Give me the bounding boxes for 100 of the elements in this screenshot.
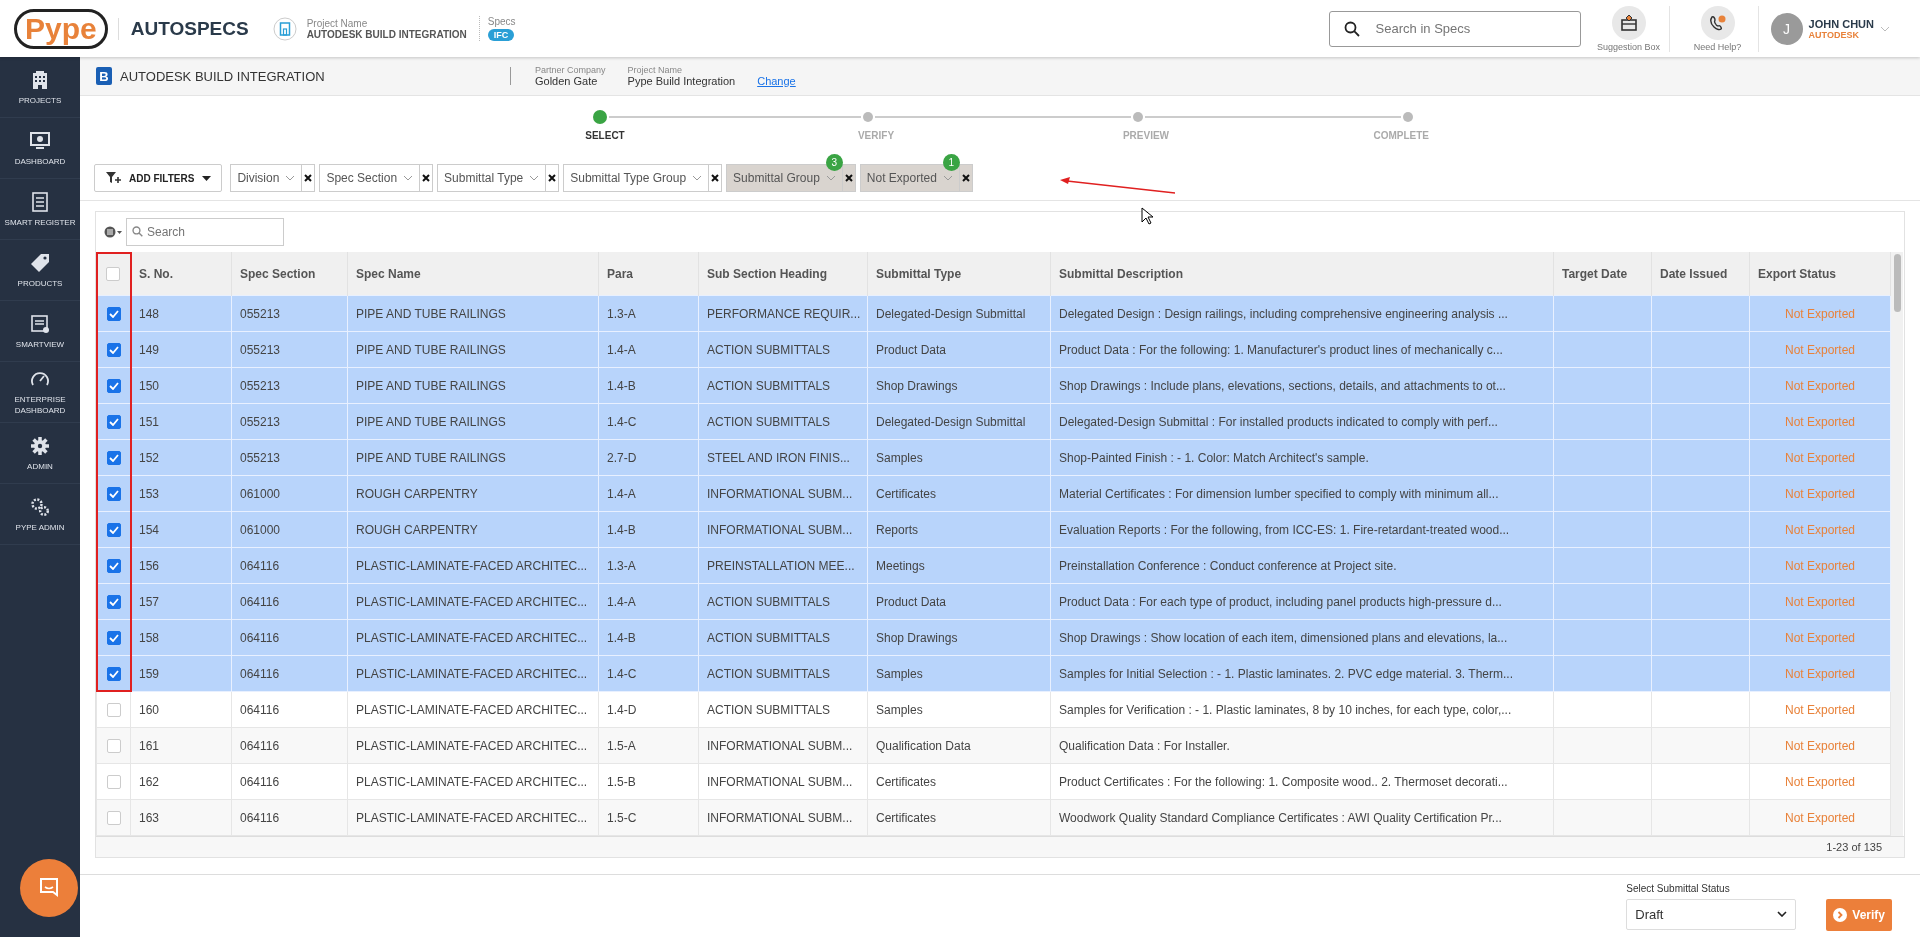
filter-dropdown[interactable]: Submittal Type <box>437 164 547 192</box>
spec-section-cell: 055213 <box>240 414 281 429</box>
build-logo: B <box>96 67 112 85</box>
column-header[interactable]: Spec Section <box>231 252 348 296</box>
sidebar-item[interactable]: ENTERPRISE DASHBOARD <box>0 362 80 423</box>
serial-number-cell: 150 <box>139 378 160 393</box>
sub-section-heading-cell: INFORMATIONAL SUBM... <box>707 774 853 789</box>
list-icon <box>29 190 51 213</box>
filter-dropdown[interactable]: Division <box>230 164 303 192</box>
export-status-cell: Not Exported <box>1784 450 1855 465</box>
search-field[interactable]: Search in Specs <box>1328 10 1581 47</box>
column-header[interactable]: Sub Section Heading <box>698 252 868 296</box>
serial-number-cell: 162 <box>139 774 160 789</box>
submittal-description-cell: Samples for Initial Selection : - 1. Plastic laminates. 2. PVC edge material. 3. Therm... <box>1059 666 1513 681</box>
para-cell: 2.7-D <box>607 450 637 465</box>
row-checkbox[interactable] <box>106 738 121 753</box>
change-link[interactable]: Change <box>757 75 796 87</box>
column-header[interactable]: S. No. <box>130 252 232 296</box>
integration-title: AUTODESK BUILD INTEGRATION <box>120 68 326 84</box>
sub-section-heading-cell: ACTION SUBMITTALS <box>707 630 831 645</box>
spec-name-cell: ROUGH CARPENTRY <box>356 522 478 537</box>
submittal-type-cell: Shop Drawings <box>876 630 958 645</box>
add-filters-button[interactable]: ADD FILTERS <box>94 164 223 192</box>
sidebar-item[interactable]: PYPE ADMIN <box>0 484 80 545</box>
remove-filter-button[interactable] <box>546 164 560 192</box>
row-checkbox[interactable] <box>106 378 121 393</box>
para-cell: 1.4-C <box>607 666 637 681</box>
chevron-down-icon <box>1777 911 1788 917</box>
row-checkbox[interactable] <box>106 594 121 609</box>
suggestion-box-button[interactable] <box>1611 5 1646 40</box>
para-cell: 1.4-B <box>607 522 636 537</box>
column-header[interactable]: Target Date <box>1553 252 1652 296</box>
column-header[interactable]: Export Status <box>1749 252 1891 296</box>
help-button[interactable] <box>1700 5 1735 40</box>
sidebar-item[interactable]: DASHBOARD <box>0 118 80 179</box>
caret-down-icon <box>202 175 212 181</box>
column-header[interactable]: Submittal Type <box>867 252 1051 296</box>
column-header[interactable]: Spec Name <box>347 252 599 296</box>
spec-section-cell: 055213 <box>240 378 281 393</box>
spec-name-cell: PLASTIC-LAMINATE-FACED ARCHITEC... <box>356 630 588 645</box>
column-header[interactable]: Para <box>598 252 699 296</box>
select-all-checkbox[interactable] <box>106 266 121 281</box>
submittal-description-cell: Woodwork Quality Standard Compliance Certificates : AWI Quality Certification Pr... <box>1059 810 1502 825</box>
row-checkbox[interactable] <box>106 558 121 573</box>
submittal-type-cell: Reports <box>876 522 919 537</box>
row-checkbox[interactable] <box>106 486 121 501</box>
close-icon <box>844 174 853 182</box>
row-checkbox[interactable] <box>106 702 121 717</box>
remove-filter-button[interactable] <box>709 164 723 192</box>
table-search-field[interactable]: Search <box>126 218 284 246</box>
export-status-cell: Not Exported <box>1784 594 1855 609</box>
remove-filter-button[interactable] <box>420 164 434 192</box>
column-header[interactable]: Submittal Description <box>1050 252 1554 296</box>
row-checkbox[interactable] <box>106 666 121 681</box>
export-status-cell: Not Exported <box>1784 630 1855 645</box>
column-header[interactable]: Date Issued <box>1651 252 1750 296</box>
spec-section-cell: 064116 <box>240 594 280 609</box>
para-cell: 1.4-A <box>607 342 636 357</box>
spec-name-cell: PIPE AND TUBE RAILINGS <box>356 450 506 465</box>
submittal-status-select[interactable]: Draft <box>1626 898 1797 930</box>
row-checkbox[interactable] <box>106 810 121 825</box>
step-label[interactable]: SELECT <box>585 130 625 141</box>
row-checkbox[interactable] <box>106 450 121 465</box>
sidebar-item[interactable]: PRODUCTS <box>0 240 80 301</box>
row-checkbox[interactable] <box>106 342 121 357</box>
filter-dropdown[interactable]: Spec Section <box>319 164 421 192</box>
sidebar-item[interactable]: SMARTVIEW <box>0 301 80 362</box>
spec-section-cell: 055213 <box>240 342 281 357</box>
submittal-description-cell: Shop Drawings : Show location of each item, dimensioned plans and elevations, la... <box>1059 630 1508 645</box>
sidebar-item[interactable]: SMART REGISTER <box>0 179 80 240</box>
sub-section-heading-cell: INFORMATIONAL SUBM... <box>707 810 853 825</box>
sub-section-heading-cell: INFORMATIONAL SUBM... <box>707 522 853 537</box>
serial-number-cell: 158 <box>139 630 160 645</box>
row-checkbox[interactable] <box>106 774 121 789</box>
submittal-status-label: Select Submittal Status <box>1626 882 1731 894</box>
search-icon <box>132 226 143 237</box>
spec-name-cell: PIPE AND TUBE RAILINGS <box>356 378 506 393</box>
row-checkbox[interactable] <box>106 306 121 321</box>
tag-icon <box>29 251 51 274</box>
user-company: AUTODESK <box>1808 29 1860 40</box>
submittal-description-cell: Evaluation Reports : For the following, from ICC-ES: 1. Fire-retardant-treated wood... <box>1059 522 1510 537</box>
para-cell: 1.4-D <box>607 702 637 717</box>
row-checkbox[interactable] <box>106 630 121 645</box>
para-cell: 1.3-A <box>607 306 636 321</box>
row-checkbox[interactable] <box>106 522 121 537</box>
sub-section-heading-cell: ACTION SUBMITTALS <box>707 378 831 393</box>
para-cell: 1.4-B <box>607 630 636 645</box>
spec-section-cell: 064116 <box>240 738 280 753</box>
action-label: Need Help? <box>1693 41 1742 52</box>
submittal-type-cell: Delegated-Design Submittal <box>876 306 1026 321</box>
scrollbar[interactable] <box>1891 252 1903 836</box>
chat-icon <box>37 876 61 900</box>
row-checkbox[interactable] <box>106 414 121 429</box>
monitor-icon <box>29 129 51 152</box>
para-cell: 1.4-B <box>607 378 636 393</box>
submittal-type-cell: Shop Drawings <box>876 378 958 393</box>
filter-dropdown[interactable]: Submittal Type Group <box>563 164 710 192</box>
sidebar-item[interactable]: ADMIN <box>0 423 80 484</box>
remove-filter-button[interactable] <box>302 164 316 192</box>
close-icon <box>422 174 431 182</box>
